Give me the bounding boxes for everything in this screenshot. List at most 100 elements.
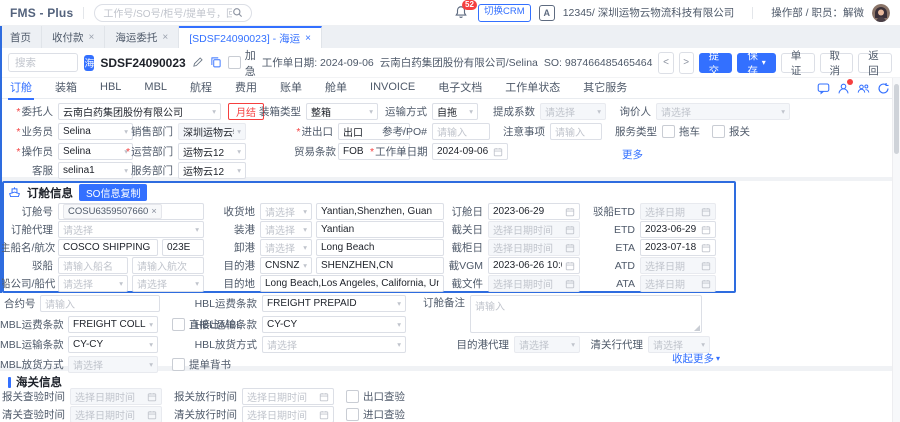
checkbox-box[interactable] (172, 318, 185, 331)
user-icon[interactable] (837, 78, 853, 95)
etd-date[interactable]: 2023-06-29 (640, 221, 716, 238)
prev-button[interactable]: < (658, 51, 674, 74)
pol-select[interactable]: 请选择 ▾ (260, 221, 312, 238)
salesman-select[interactable]: Selina ▾ (58, 123, 133, 140)
sales_dept-select[interactable]: 深圳运物云物...▾ (178, 123, 246, 140)
scrollbar-thumb[interactable] (894, 84, 899, 154)
bk_remark-textarea[interactable]: 请输入 (470, 295, 702, 333)
carrier-2-select[interactable]: 请选择 ▾ (132, 275, 204, 292)
barge-2-input[interactable]: 请输入航次 (132, 257, 204, 274)
bk_agent-select[interactable]: 请选择 ▾ (58, 221, 204, 238)
notes-input[interactable]: 请输入 (550, 123, 602, 140)
clr_release-date[interactable]: 选择日期时间 (242, 406, 334, 422)
vessel-input[interactable]: COSCO SHIPPING 1 (58, 239, 158, 256)
nav-tab[interactable]: 收付款 × (42, 26, 106, 48)
back-button[interactable]: 返回 (858, 50, 893, 77)
pod-2-input[interactable]: Long Beach (316, 239, 444, 256)
bk_no-tag[interactable]: COSU6359507660 × (58, 203, 204, 220)
box_type-select[interactable]: 整箱 ▾ (306, 103, 378, 120)
documents-button[interactable]: 单证 (780, 50, 815, 77)
module-tab-HBL[interactable]: HBL (100, 81, 121, 95)
copy-so-info-button[interactable]: SO信息复制 (79, 184, 148, 201)
next-button[interactable]: > (678, 51, 694, 74)
checkbox-box[interactable] (662, 125, 675, 138)
dest_place-input[interactable]: Long Beach,Los Angeles, California, Unit… (260, 275, 444, 292)
cutoff_gate-date[interactable]: 选择日期时间 (488, 239, 580, 256)
module-tab-费用[interactable]: 费用 (235, 79, 257, 97)
mbl_freight-select[interactable]: FREIGHT COLLECT▾ (68, 316, 158, 333)
module-tab-工作单状态[interactable]: 工作单状态 (505, 79, 560, 97)
switch-crm-button[interactable]: 切换CRM (478, 3, 531, 22)
carrier-select[interactable]: 请选择 ▾ (58, 275, 128, 292)
service_type-2-checkbox[interactable]: 报关 (712, 124, 750, 139)
module-tab-电子文档[interactable]: 电子文档 (438, 79, 482, 97)
module-tab-账单[interactable]: 账单 (280, 79, 302, 97)
transport_mode-select[interactable]: 自拖 ▾ (432, 103, 478, 120)
checkbox-box[interactable] (346, 390, 359, 403)
pol-2-input[interactable]: Yantian (316, 221, 444, 238)
avatar[interactable] (872, 3, 890, 22)
operator-select[interactable]: Selina ▾ (58, 143, 133, 160)
checkbox-box[interactable] (712, 125, 725, 138)
order-search-input[interactable]: 搜索 (8, 53, 79, 72)
inquirer-select[interactable]: 请选择 ▾ (656, 103, 790, 120)
dest_port-select[interactable]: CNSNZ ▾ (260, 257, 312, 274)
cancel-button[interactable]: 取消 (819, 50, 854, 77)
refresh-icon[interactable] (877, 82, 890, 95)
bk_date-date[interactable]: 2023-06-29 (488, 203, 580, 220)
bl_endorse-checkbox[interactable]: 提单背书 (172, 357, 231, 372)
remove-tag-icon[interactable]: × (151, 206, 157, 217)
search-icon[interactable] (232, 7, 243, 18)
chat-icon[interactable] (817, 82, 830, 95)
nav-tab[interactable]: 首页 (0, 26, 42, 48)
checkbox-box[interactable] (346, 408, 359, 421)
barge_etd-date[interactable]: 选择日期 (640, 203, 716, 220)
work_date-date[interactable]: 2024-09-06 (432, 143, 508, 160)
eta-date[interactable]: 2023-07-18 (640, 239, 716, 256)
urgent-checkbox[interactable]: 加急 (227, 47, 256, 79)
export_check-checkbox[interactable]: 出口查验 (346, 389, 405, 404)
checkbox-box[interactable] (227, 56, 241, 69)
cs-select[interactable]: selina1 ▾ (58, 162, 133, 179)
svc_dept-select[interactable]: 运物云12 ▾ (178, 162, 246, 179)
cutoff_doc-date[interactable]: 选择日期时间 (488, 275, 580, 292)
ata-date[interactable]: 选择日期 (640, 275, 716, 292)
nav-tab[interactable]: 海运委托 × (105, 26, 180, 48)
module-tab-航程[interactable]: 航程 (190, 79, 212, 97)
import_check-checkbox[interactable]: 进口查验 (346, 407, 405, 422)
pod-select[interactable]: 请选择 ▾ (260, 239, 312, 256)
hbl_release-select[interactable]: 请选择 ▾ (262, 336, 406, 353)
checkbox-box[interactable] (172, 358, 185, 371)
submit-button[interactable]: 提交 (698, 50, 733, 77)
global-search-input[interactable]: 工作号/SO号/柜号/提单号，回车查询 (94, 3, 253, 22)
more_link[interactable]: 更多 (622, 147, 643, 162)
edit-icon[interactable] (192, 56, 204, 69)
receipt_place-2-input[interactable]: Yantian,Shenzhen, Guan (316, 203, 444, 220)
contacts-icon[interactable] (857, 82, 870, 95)
commission-select[interactable]: 请选择 ▾ (540, 103, 606, 120)
hbl_freight-select[interactable]: FREIGHT PREPAID ▾ (262, 295, 406, 312)
service_type-checkbox[interactable]: 拖车 (662, 124, 700, 139)
vessel-2-input[interactable]: 023E (162, 239, 204, 256)
dest_agent-select[interactable]: 请选择 ▾ (514, 336, 580, 353)
module-tab-MBL[interactable]: MBL (144, 81, 167, 95)
module-tab-INVOICE[interactable]: INVOICE (370, 81, 415, 95)
close-icon[interactable]: × (89, 32, 95, 43)
barge-input[interactable]: 请输入船名 (58, 257, 128, 274)
ref_po-input[interactable]: 请输入 (432, 123, 490, 140)
consignor-select[interactable]: 云南白药集团股份有限公司 ▾ (58, 103, 221, 120)
save-button[interactable]: 保存 ▾ (737, 50, 776, 77)
mbl_transport-select[interactable]: CY-CY ▾ (68, 336, 158, 353)
module-tab-装箱[interactable]: 装箱 (55, 79, 77, 97)
module-tab-订舱[interactable]: 订舱 (8, 79, 34, 100)
atd-date[interactable]: 选择日期 (640, 257, 716, 274)
receipt_place-select[interactable]: 请选择 ▾ (260, 203, 312, 220)
hbl_transport-select[interactable]: CY-CY ▾ (262, 316, 406, 333)
dest_port-2-input[interactable]: SHENZHEN,CN (316, 257, 444, 274)
copy-icon[interactable] (210, 56, 222, 69)
close-icon[interactable]: × (162, 32, 168, 43)
contract_no-input[interactable]: 请输入 (40, 295, 160, 312)
nav-tab[interactable]: [SDSF24090023] - 海运 × (179, 26, 322, 48)
font-size-icon[interactable]: A (538, 4, 555, 21)
cc_check-date[interactable]: 选择日期时间 (70, 388, 162, 405)
